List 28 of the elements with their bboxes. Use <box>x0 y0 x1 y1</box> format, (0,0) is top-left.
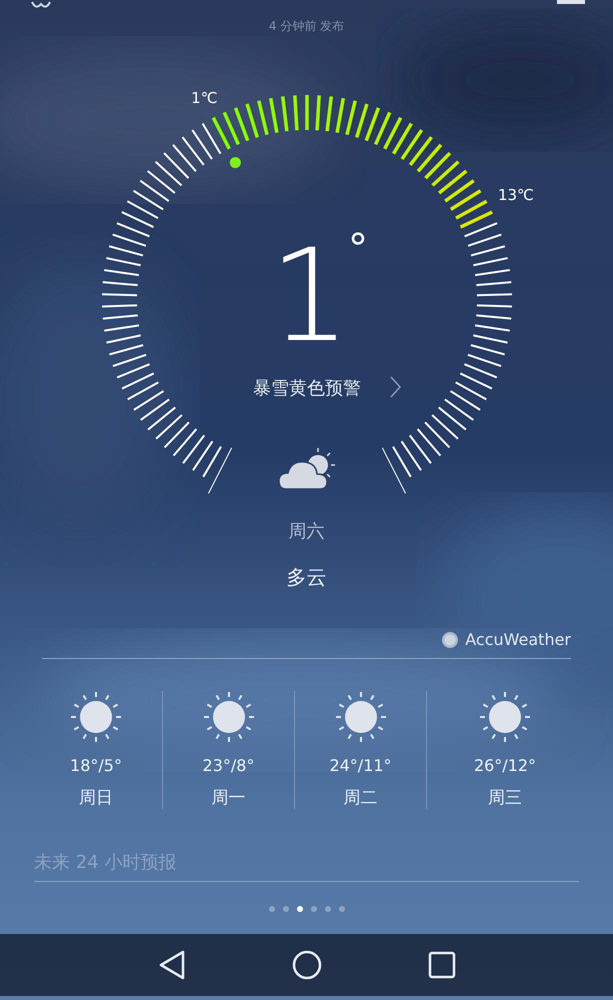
today-day: 周六 <box>0 520 613 544</box>
high-temperature: 13℃ <box>498 186 534 204</box>
sun-icon <box>479 691 531 743</box>
forecast-temperature: 26°/12° <box>474 755 536 777</box>
low-temperature: 1℃ <box>191 89 218 108</box>
hourly-forecast-title: 未来 24 小时预报 <box>34 851 178 875</box>
today-condition: 多云 <box>286 564 328 590</box>
forecast-day: 周二 <box>344 787 378 809</box>
data-source[interactable]: AccuWeather <box>465 630 571 650</box>
recent-apps-icon[interactable] <box>428 951 456 979</box>
sun-badge-icon <box>441 631 460 649</box>
publish-time: 4 分钟前 发布 <box>268 18 346 34</box>
weather-alert-link[interactable]: 暴雪黄色预警 <box>253 378 361 399</box>
chevron-right-icon[interactable] <box>390 376 401 398</box>
forecast-temperature: 24°/11° <box>329 755 392 777</box>
partly-cloudy-icon <box>278 448 335 490</box>
forecast-day: 周三 <box>488 787 522 809</box>
home-icon[interactable] <box>292 950 322 980</box>
sun-icon <box>334 691 386 743</box>
current-temperature: 1 <box>269 222 351 371</box>
forecast-day: 周日 <box>79 787 113 809</box>
back-icon[interactable] <box>158 950 186 980</box>
sun-icon <box>202 691 254 743</box>
sun-icon <box>70 691 122 743</box>
forecast-temperature: 18°/5° <box>70 755 122 777</box>
forecast-day: 周一 <box>212 787 246 809</box>
forecast-temperature: 23°/8° <box>202 755 254 777</box>
degree-sign: ° <box>348 226 368 272</box>
